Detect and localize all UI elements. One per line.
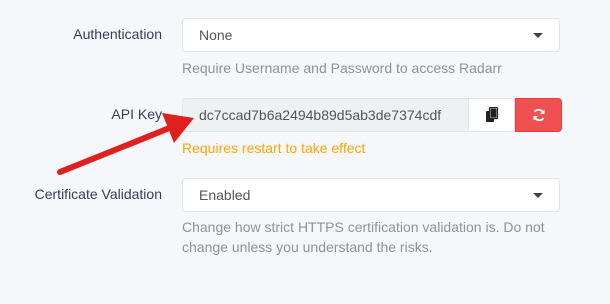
regenerate-api-key-button[interactable] bbox=[515, 98, 562, 132]
certificate-validation-label: Certificate Validation bbox=[34, 186, 162, 202]
authentication-select[interactable]: None bbox=[182, 18, 560, 52]
authentication-value: None bbox=[199, 27, 233, 43]
api-key-value: dc7ccad7b6a2494b89d5ab3de7374cdf bbox=[199, 107, 442, 123]
api-key-label: API Key bbox=[111, 106, 162, 122]
caret-down-icon bbox=[533, 193, 543, 198]
api-key-input[interactable]: dc7ccad7b6a2494b89d5ab3de7374cdf bbox=[182, 98, 468, 132]
copy-button[interactable] bbox=[468, 98, 515, 132]
certificate-validation-value: Enabled bbox=[199, 187, 251, 203]
authentication-label: Authentication bbox=[73, 26, 162, 42]
copy-icon bbox=[485, 107, 499, 123]
caret-down-icon bbox=[533, 33, 543, 38]
api-key-warning: Requires restart to take effect bbox=[182, 140, 366, 156]
refresh-icon bbox=[532, 108, 546, 122]
certificate-validation-help: Change how strict HTTPS certification va… bbox=[182, 219, 545, 255]
certificate-validation-select[interactable]: Enabled bbox=[182, 178, 560, 212]
authentication-help: Require Username and Password to access … bbox=[182, 60, 502, 76]
